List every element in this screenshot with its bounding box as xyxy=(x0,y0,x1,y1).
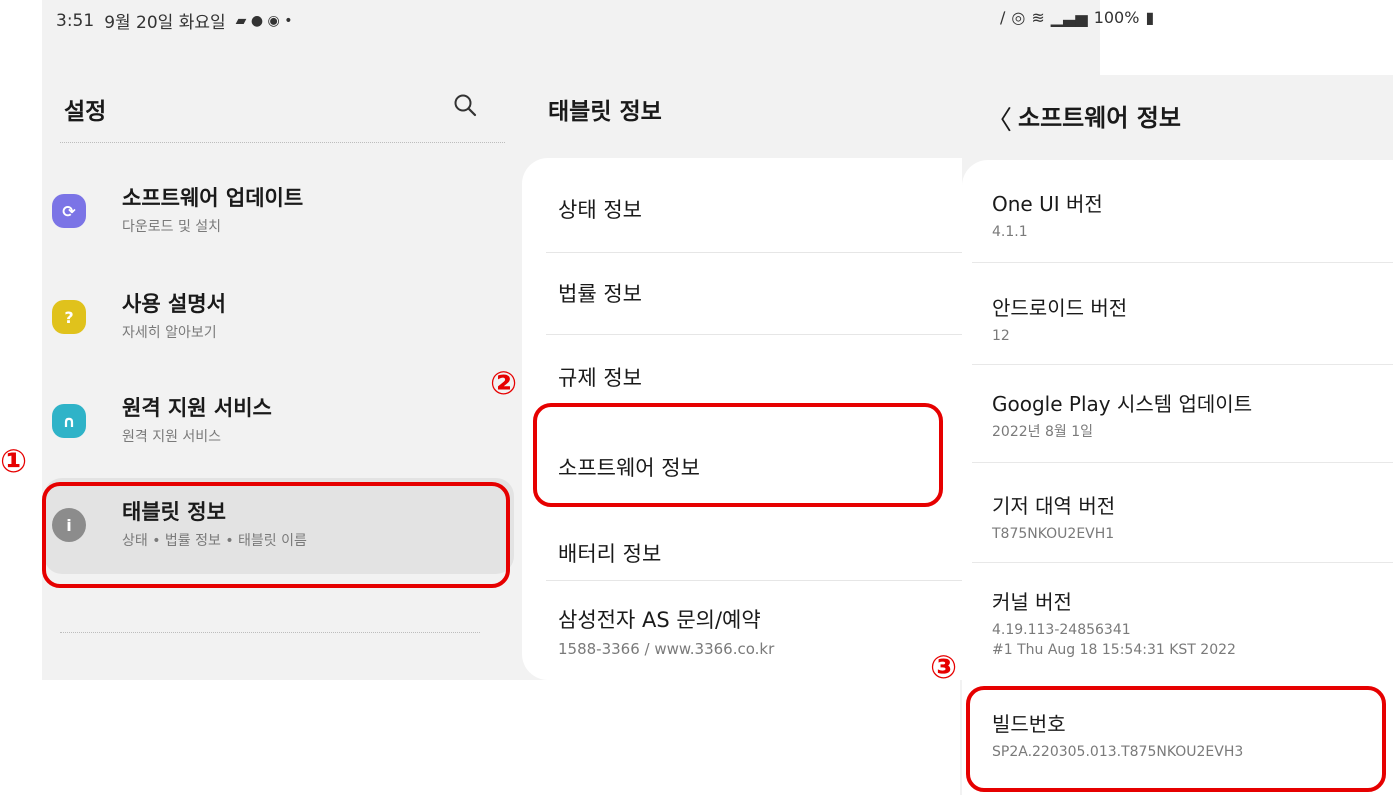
headset-icon: ∩ xyxy=(52,404,86,438)
software-info-item-baseband[interactable]: 기저 대역 버전 T875NKOU2EVH1 xyxy=(962,462,1393,562)
tablet-info-item-label: 삼성전자 AS 문의/예약 xyxy=(558,608,761,632)
battery-percent: 100% xyxy=(1093,8,1140,27)
settings-item-software-update[interactable]: ⟳ 소프트웨어 업데이트 다운로드 및 설치 xyxy=(44,164,514,260)
software-info-item-label: 기저 대역 버전 xyxy=(992,494,1116,518)
settings-item-sub: 자세히 알아보기 xyxy=(122,325,217,341)
tablet-info-item-status[interactable]: 상태 정보 xyxy=(522,162,962,250)
step-number-1: ① xyxy=(0,442,28,480)
tablet-info-item-label: 상태 정보 xyxy=(558,198,642,222)
step-number-2: ② xyxy=(490,364,518,402)
signal-icon: ▁▃▅ xyxy=(1050,8,1088,27)
battery-icon: ▮ xyxy=(1145,8,1155,27)
back-icon[interactable]: 〈 xyxy=(986,100,1012,137)
tablet-info-title: 태블릿 정보 xyxy=(548,99,662,125)
software-info-item-value: 4.19.113-24856341 xyxy=(992,622,1131,638)
tablet-info-item-sub: 1588-3366 / www.3366.co.kr xyxy=(558,640,775,658)
software-info-item-value: 12 xyxy=(992,328,1010,344)
status-bar-right: ∕ ◎ ≋ ▁▃▅ 100% ▮ xyxy=(1000,8,1154,27)
software-info-item-label: One UI 버전 xyxy=(992,192,1103,216)
software-info-item-kernel[interactable]: 커널 버전 4.19.113-24856341 #1 Thu Aug 18 15… xyxy=(962,558,1393,658)
software-info-item-value: T875NKOU2EVH1 xyxy=(992,526,1115,542)
highlight-box-build-number xyxy=(966,686,1386,792)
step-number-3: ③ xyxy=(930,648,958,686)
software-info-item-one-ui[interactable]: One UI 버전 4.1.1 xyxy=(962,160,1393,260)
software-info-item-label: 안드로이드 버전 xyxy=(992,296,1128,320)
tablet-info-item-label: 배터리 정보 xyxy=(558,542,662,566)
settings-item-sub: 원격 지원 서비스 xyxy=(122,429,222,445)
software-info-item-value: 4.1.1 xyxy=(992,224,1028,240)
hotspot-icon: ◎ xyxy=(1011,8,1026,27)
settings-divider-bottom xyxy=(60,632,480,633)
software-info-item-android[interactable]: 안드로이드 버전 12 xyxy=(962,264,1393,364)
highlight-box-software-info xyxy=(533,403,943,507)
wifi-icon: ≋ xyxy=(1031,8,1045,27)
divider xyxy=(972,262,1393,263)
tablet-info-item-label: 규제 정보 xyxy=(558,366,642,390)
highlight-box-tablet-info xyxy=(42,482,510,588)
software-info-item-label: 커널 버전 xyxy=(992,590,1072,614)
software-info-item-value: 2022년 8월 1일 xyxy=(992,424,1093,440)
status-date: 9월 20일 화요일 xyxy=(104,13,226,33)
tablet-info-item-label: 법률 정보 xyxy=(558,282,642,306)
settings-divider xyxy=(60,142,505,143)
settings-item-remote-support[interactable]: ∩ 원격 지원 서비스 원격 지원 서비스 xyxy=(44,374,514,470)
settings-item-user-manual[interactable]: ? 사용 설명서 자세히 알아보기 xyxy=(44,270,514,366)
settings-item-label: 원격 지원 서비스 xyxy=(122,396,272,420)
software-info-item-value-2: #1 Thu Aug 18 15:54:31 KST 2022 xyxy=(992,642,1236,658)
settings-title: 설정 xyxy=(64,99,107,125)
software-info-title: 소프트웨어 정보 xyxy=(1018,104,1181,132)
notification-icons: ▰ ● ◉ • xyxy=(235,12,293,29)
settings-item-label: 사용 설명서 xyxy=(122,292,226,316)
tablet-info-item-samsung-as[interactable]: 삼성전자 AS 문의/예약 1588-3366 / www.3366.co.kr xyxy=(522,574,962,662)
manual-icon: ? xyxy=(52,300,86,334)
status-bar-left: 3:51 9월 20일 화요일 ▰ ● ◉ • xyxy=(56,8,293,34)
pen-icon: ∕ xyxy=(1000,8,1006,27)
software-info-item-label: Google Play 시스템 업데이트 xyxy=(992,392,1253,416)
search-icon[interactable] xyxy=(452,92,478,118)
tablet-info-item-legal[interactable]: 법률 정보 xyxy=(522,246,962,334)
status-time: 3:51 xyxy=(56,10,95,31)
settings-item-sub: 다운로드 및 설치 xyxy=(122,219,222,235)
software-update-icon: ⟳ xyxy=(52,194,86,228)
settings-item-label: 소프트웨어 업데이트 xyxy=(122,186,304,210)
software-info-item-google-play[interactable]: Google Play 시스템 업데이트 2022년 8월 1일 xyxy=(962,360,1393,460)
